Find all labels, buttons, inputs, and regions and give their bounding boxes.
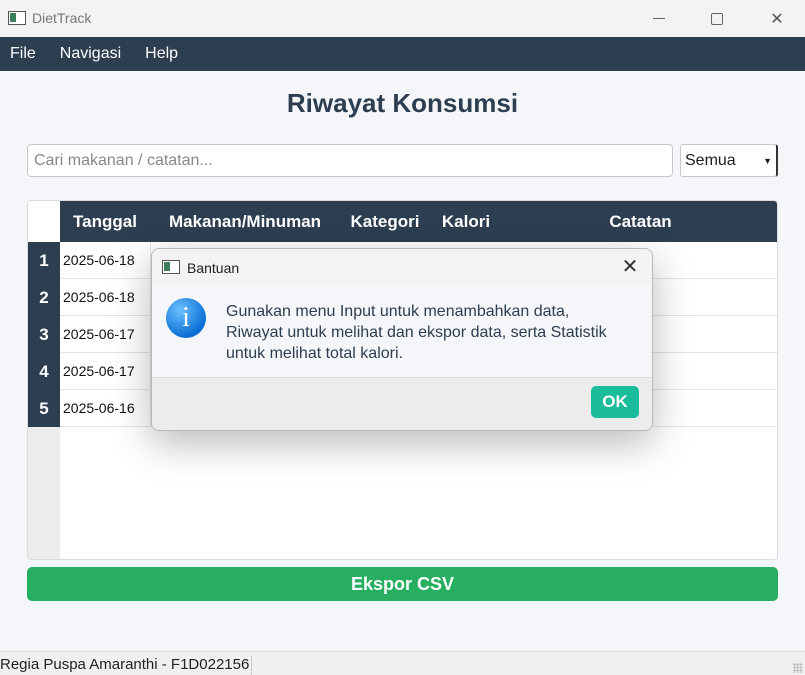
category-filter-select[interactable]: Semua ▼ — [680, 144, 778, 177]
row-number: 4 — [28, 353, 60, 390]
column-header-kategori[interactable]: Kategori — [340, 201, 430, 242]
close-window-button[interactable]: ✕ — [754, 0, 800, 37]
filter-selected-value: Semua — [685, 151, 736, 169]
table-corner — [28, 201, 60, 242]
help-dialog: Bantuan ✕ i Gunakan menu Input untuk men… — [151, 248, 653, 431]
column-header-makanan[interactable]: Makanan/Minuman — [150, 201, 340, 242]
info-icon: i — [166, 298, 206, 338]
row-number: 1 — [28, 242, 60, 279]
search-input[interactable] — [27, 144, 673, 177]
status-text: Regia Puspa Amaranthi - F1D022156 — [0, 656, 253, 675]
resize-grip-icon[interactable] — [793, 663, 803, 673]
chevron-down-icon: ▼ — [763, 155, 772, 166]
minimize-icon — [653, 18, 665, 19]
status-bar: Regia Puspa Amaranthi - F1D022156 — [0, 651, 805, 675]
menu-help[interactable]: Help — [135, 37, 188, 71]
app-icon — [8, 11, 26, 25]
table-header: Tanggal Makanan/Minuman Kategori Kalori … — [60, 201, 777, 242]
dialog-footer: OK — [152, 377, 652, 430]
cell-tanggal: 2025-06-17 — [63, 326, 135, 342]
dialog-message-line: Gunakan menu Input untuk menambahkan dat… — [226, 303, 570, 320]
cell-tanggal: 2025-06-18 — [63, 252, 135, 268]
row-number: 2 — [28, 279, 60, 316]
dialog-message-line: Riwayat untuk melihat dan ekspor data, s… — [226, 324, 607, 341]
column-header-tanggal[interactable]: Tanggal — [60, 201, 150, 242]
dialog-message: Gunakan menu Input untuk menambahkan dat… — [226, 301, 646, 364]
menu-navigasi[interactable]: Navigasi — [50, 37, 131, 71]
column-header-catatan[interactable]: Catatan — [502, 201, 777, 242]
window-titlebar: DietTrack ✕ — [0, 0, 805, 37]
minimize-button[interactable] — [636, 0, 682, 37]
ok-button[interactable]: OK — [591, 386, 639, 418]
row-number: 3 — [28, 316, 60, 353]
row-number: 5 — [28, 390, 60, 427]
maximize-icon — [711, 12, 723, 25]
dialog-body: i Gunakan menu Input untuk menambahkan d… — [152, 285, 652, 377]
menu-bar: File Navigasi Help — [0, 37, 805, 71]
dialog-message-line: untuk melihat total kalori. — [226, 345, 403, 362]
page-title: Riwayat Konsumsi — [286, 88, 519, 118]
export-csv-button[interactable]: Ekspor CSV — [27, 567, 778, 601]
cell-tanggal: 2025-06-17 — [63, 363, 135, 379]
dialog-titlebar: Bantuan ✕ — [152, 249, 652, 285]
menu-file[interactable]: File — [0, 37, 46, 71]
dialog-title: Bantuan — [187, 260, 240, 276]
column-header-kalori[interactable]: Kalori — [430, 201, 502, 242]
maximize-button[interactable] — [694, 0, 740, 37]
dialog-close-button[interactable]: ✕ — [618, 255, 642, 279]
app-icon — [162, 260, 180, 274]
close-icon: ✕ — [770, 10, 784, 28]
window-title: DietTrack — [32, 10, 92, 26]
cell-tanggal: 2025-06-16 — [63, 400, 135, 416]
cell-tanggal: 2025-06-18 — [63, 289, 135, 305]
